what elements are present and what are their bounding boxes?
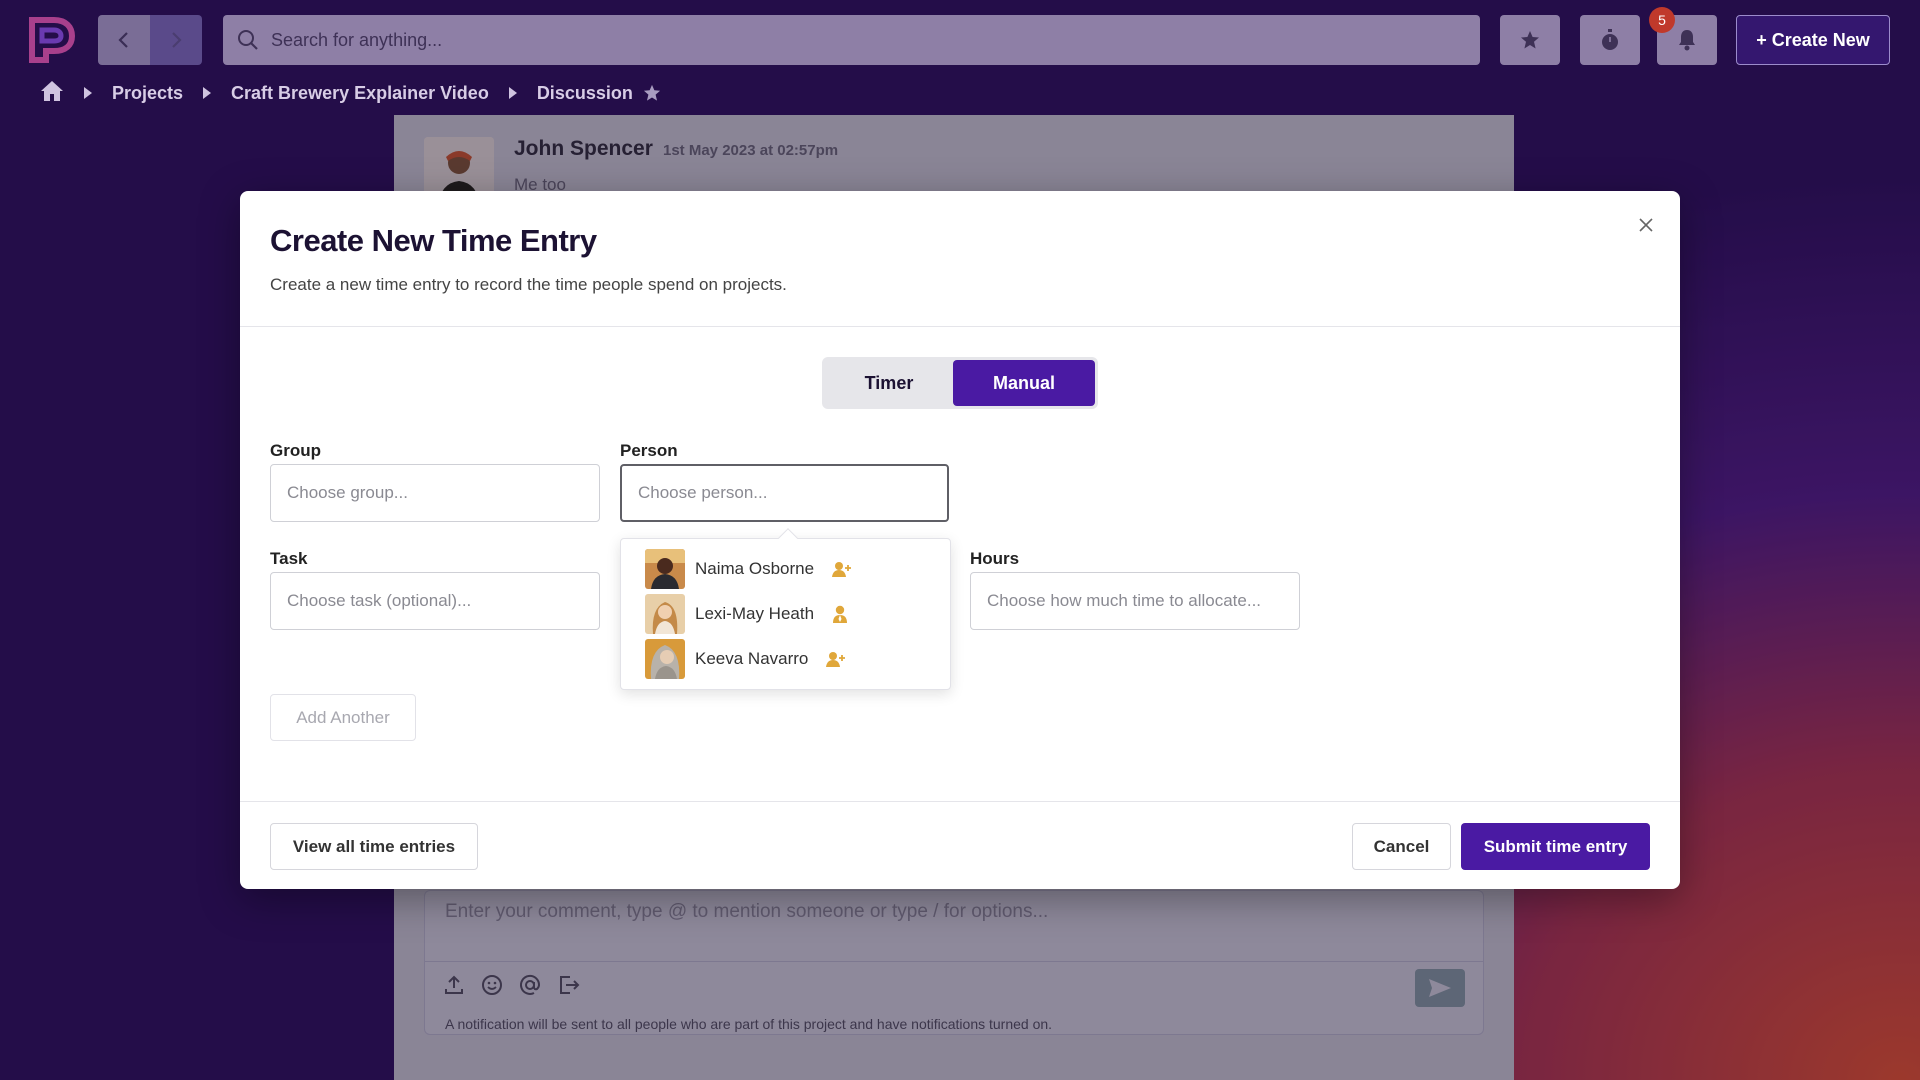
- person-option-name: Naima Osborne: [695, 559, 815, 578]
- person-label: Person: [620, 441, 678, 460]
- close-button[interactable]: [1634, 213, 1658, 237]
- breadcrumb-project[interactable]: Craft Brewery Explainer Video: [231, 83, 489, 104]
- avatar: [645, 549, 685, 589]
- home-icon[interactable]: [40, 80, 64, 107]
- hours-input[interactable]: Choose how much time to allocate...: [970, 572, 1300, 630]
- person-option-name: Keeva Navarro: [695, 649, 809, 668]
- submit-time-entry-button[interactable]: Submit time entry: [1461, 823, 1650, 870]
- person-option[interactable]: Keeva Navarro: [645, 639, 846, 679]
- user-plus-icon: [832, 561, 852, 577]
- send-icon: [1429, 979, 1451, 997]
- chevron-right-icon: [172, 32, 182, 48]
- star-icon[interactable]: [643, 84, 661, 102]
- favorites-button[interactable]: [1500, 15, 1560, 65]
- top-bar: Search for anything... 5 + Create New: [0, 0, 1920, 80]
- create-time-entry-modal: Create New Time Entry Create a new time …: [240, 191, 1680, 889]
- modal-subtitle: Create a new time entry to record the ti…: [270, 275, 787, 294]
- chevron-right-icon: [508, 87, 517, 99]
- history-nav: [98, 15, 202, 65]
- close-icon: [1639, 218, 1653, 232]
- back-button[interactable]: [98, 15, 150, 65]
- comment-author[interactable]: John Spencer: [514, 137, 653, 161]
- comment-date: 1st May 2023 at 02:57pm: [663, 142, 839, 159]
- user-tie-icon: [832, 605, 848, 623]
- task-select[interactable]: Choose task (optional)...: [270, 572, 600, 630]
- notification-count-badge: 5: [1649, 7, 1675, 33]
- task-label: Task: [270, 549, 308, 568]
- person-option[interactable]: Lexi-May Heath: [645, 594, 848, 634]
- composer-notification-note: A notification will be sent to all peopl…: [445, 1016, 1053, 1032]
- create-new-button[interactable]: + Create New: [1736, 15, 1890, 65]
- avatar: [645, 594, 685, 634]
- group-label: Group: [270, 441, 321, 460]
- bell-icon: [1679, 30, 1695, 51]
- person-option-name: Lexi-May Heath: [695, 604, 815, 623]
- forward-button[interactable]: [150, 15, 202, 65]
- view-all-time-entries-button[interactable]: View all time entries: [270, 823, 478, 870]
- upload-icon[interactable]: [443, 974, 465, 1001]
- search-input[interactable]: Search for anything...: [271, 30, 442, 51]
- dropdown-caret: [778, 528, 798, 548]
- person-select[interactable]: Choose person...: [620, 464, 949, 522]
- user-plus-icon: [826, 651, 846, 667]
- tab-manual[interactable]: Manual: [953, 360, 1095, 406]
- modal-footer: View all time entries Cancel Submit time…: [240, 801, 1680, 889]
- mention-icon[interactable]: [519, 974, 541, 1001]
- search-icon: [238, 30, 258, 50]
- comment-input[interactable]: Enter your comment, type @ to mention so…: [445, 901, 1048, 923]
- comment-composer: Enter your comment, type @ to mention so…: [424, 890, 1484, 1035]
- breadcrumb-discussion[interactable]: Discussion: [537, 83, 633, 104]
- export-icon[interactable]: [557, 974, 581, 1001]
- mode-toggle: Timer Manual: [822, 357, 1098, 409]
- app-logo[interactable]: [28, 16, 78, 64]
- cancel-button[interactable]: Cancel: [1352, 823, 1451, 870]
- chevron-left-icon: [118, 32, 128, 48]
- person-dropdown: Naima Osborne Lexi-May Heath Keeva Navar…: [620, 528, 951, 690]
- composer-toolbar: [425, 961, 1483, 1013]
- chevron-right-icon: [203, 87, 212, 99]
- send-button[interactable]: [1415, 969, 1465, 1007]
- group-select[interactable]: Choose group...: [270, 464, 600, 522]
- person-option[interactable]: Naima Osborne: [645, 549, 852, 589]
- modal-title: Create New Time Entry: [270, 223, 597, 258]
- avatar: [645, 639, 685, 679]
- breadcrumb: Projects Craft Brewery Explainer Video D…: [40, 78, 661, 108]
- emoji-icon[interactable]: [481, 974, 503, 1001]
- search-bar[interactable]: Search for anything...: [223, 15, 1480, 65]
- breadcrumb-projects[interactable]: Projects: [112, 83, 183, 104]
- modal-header: Create New Time Entry Create a new time …: [240, 191, 1680, 327]
- timer-button[interactable]: [1580, 15, 1640, 65]
- add-another-button[interactable]: Add Another: [270, 694, 416, 741]
- hours-label: Hours: [970, 549, 1020, 568]
- stopwatch-icon: [1602, 29, 1618, 50]
- star-icon: [1521, 31, 1539, 49]
- chevron-right-icon: [84, 87, 92, 99]
- tab-timer[interactable]: Timer: [825, 360, 953, 406]
